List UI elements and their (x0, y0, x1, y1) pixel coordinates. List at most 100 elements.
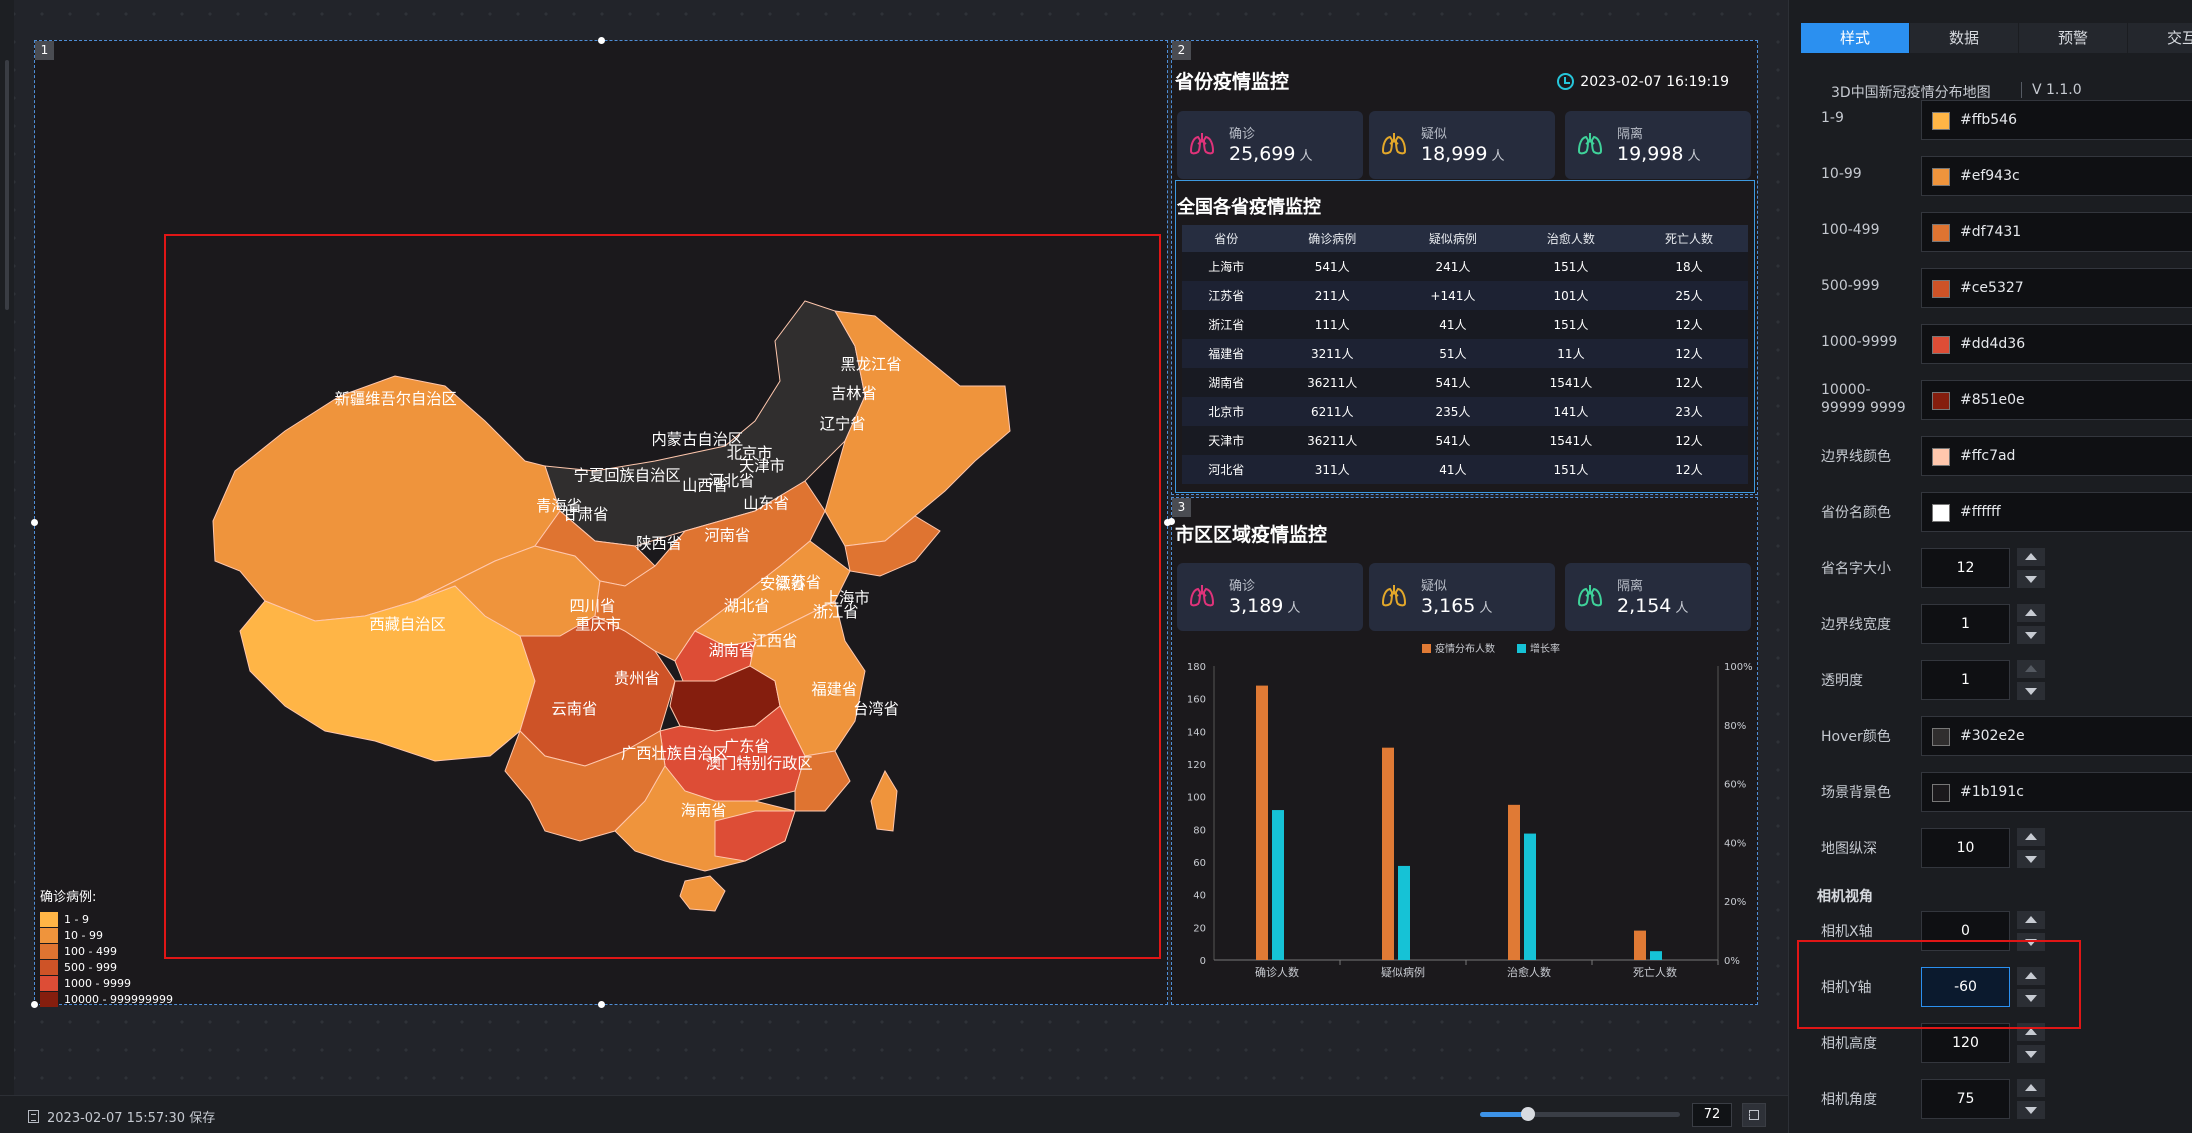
color-input[interactable]: #ffb546 (1921, 100, 2192, 140)
city-monitor-widget[interactable]: 3 市区区域疫情监控 确诊 3,189 人疑似 3,165 人隔离 2,154 人 疫情分布… (1168, 497, 1758, 1005)
color-swatch[interactable] (1932, 112, 1950, 130)
table-row[interactable]: 天津市 36211人 541人 1541人 12人 (1182, 426, 1748, 455)
save-text: 2023-02-07 15:57:30 保存 (47, 1111, 216, 1126)
stepper-up-icon[interactable] (2017, 1079, 2045, 1097)
bar-growth[interactable] (1650, 951, 1662, 960)
color-swatch[interactable] (1932, 784, 1950, 802)
color-swatch[interactable] (1932, 504, 1950, 522)
province-monitor-widget[interactable]: 2 省份疫情监控 2023-02-07 16:19:19 确诊 25,699 人疑似… (1171, 40, 1758, 495)
stat-label: 隔离 (1617, 127, 1644, 142)
legend-swatch (40, 959, 58, 975)
y-left-tick-label: 120 (1187, 760, 1206, 771)
document-icon (28, 1110, 39, 1123)
color-swatch[interactable] (1932, 168, 1950, 186)
stepper-up-icon[interactable] (2017, 911, 2045, 929)
color-swatch[interactable] (1932, 392, 1950, 410)
stepper-up-icon[interactable] (2017, 604, 2045, 622)
color-swatch[interactable] (1932, 224, 1950, 242)
table-cell: 福建省 (1182, 339, 1271, 368)
tab-3[interactable]: 交互 (2128, 23, 2192, 53)
stepper-down-icon[interactable] (2017, 570, 2045, 588)
table-row[interactable]: 福建省 3211人 51人 11人 12人 (1182, 339, 1748, 368)
color-property-row: 边界线颜色 #ffc7ad (1789, 434, 2192, 480)
zoom-slider[interactable] (1480, 1107, 1680, 1121)
color-input[interactable]: #dd4d36 (1921, 324, 2192, 364)
color-input[interactable]: #302e2e (1921, 716, 2192, 756)
table-row[interactable]: 江苏省 211人 +141人 101人 25人 (1182, 281, 1748, 310)
fullscreen-button[interactable] (1742, 1103, 1766, 1127)
editor-canvas[interactable]: 1 新疆维吾尔自治区 西藏自治区 青海省 甘肃省 内蒙古自治区 黑龙江省 吉林省… (0, 0, 1788, 1095)
y-left-tick-label: 0 (1200, 956, 1206, 967)
table-row[interactable]: 湖南省 36211人 541人 1541人 12人 (1182, 368, 1748, 397)
color-value: #851e0e (1960, 392, 2025, 408)
table-row[interactable]: 浙江省 111人 41人 151人 12人 (1182, 310, 1748, 339)
table-cell: 18人 (1629, 252, 1748, 281)
number-stepper[interactable] (2017, 660, 2045, 704)
color-input[interactable]: #ce5327 (1921, 268, 2192, 308)
province-table-panel[interactable]: 全国各省疫情监控 省份 确诊病例 疑似病例 治愈人数 死亡人数 上海市 541人 241人 1… (1175, 180, 1755, 493)
x-tick-label: 治愈人数 (1507, 965, 1551, 979)
stepper-up-icon[interactable] (2017, 548, 2045, 566)
stepper-down-icon[interactable] (2017, 626, 2045, 644)
number-input[interactable]: 120 (1921, 1023, 2010, 1063)
table-header-cell: 确诊病例 (1270, 225, 1394, 252)
map-widget[interactable]: 1 新疆维吾尔自治区 西藏自治区 青海省 甘肃省 内蒙古自治区 黑龙江省 吉林省… (31, 37, 1171, 1008)
table-row[interactable]: 上海市 541人 241人 151人 18人 (1182, 252, 1748, 281)
number-stepper[interactable] (2017, 1023, 2045, 1067)
left-scrollbar[interactable] (0, 0, 14, 1095)
color-input[interactable]: #851e0e (1921, 380, 2192, 420)
number-stepper[interactable] (2017, 548, 2045, 592)
number-input[interactable]: 75 (1921, 1079, 2010, 1119)
stat-value-wrap: 3,165 人 (1421, 595, 1492, 617)
datetime-text: 2023-02-07 16:19:19 (1580, 73, 1729, 90)
number-input[interactable]: 1 (1921, 604, 2010, 644)
stepper-down-icon[interactable] (2017, 850, 2045, 868)
zoom-slider-knob[interactable] (1521, 1107, 1535, 1121)
color-input[interactable]: #ef943c (1921, 156, 2192, 196)
bar-cases[interactable] (1256, 685, 1268, 960)
color-swatch[interactable] (1932, 448, 1950, 466)
stat-label: 确诊 (1229, 127, 1256, 142)
color-input[interactable]: #ffffff (1921, 492, 2192, 532)
bar-growth[interactable] (1398, 865, 1410, 960)
table-cell: 北京市 (1182, 397, 1271, 426)
table-cell: 141人 (1511, 397, 1630, 426)
color-property-row: 省份名颜色 #ffffff (1789, 490, 2192, 536)
stepper-up-icon[interactable] (2017, 828, 2045, 846)
table-row[interactable]: 北京市 6211人 235人 141人 23人 (1182, 397, 1748, 426)
color-swatch[interactable] (1932, 336, 1950, 354)
number-input[interactable]: 10 (1921, 828, 2010, 868)
tab-2[interactable]: 预警 (2019, 23, 2127, 53)
tab-0[interactable]: 样式 (1801, 23, 1909, 53)
tab-1[interactable]: 数据 (1910, 23, 2018, 53)
bar-cases[interactable] (1508, 804, 1520, 960)
number-stepper[interactable] (2017, 828, 2045, 872)
bar-chart[interactable]: 疫情分布人数 增长率 0 20 40 60 80 100 120 140 160 180 0% 20% 40… (1172, 638, 1757, 998)
table-title: 全国各省疫情监控 (1177, 197, 1321, 218)
resize-handle[interactable] (1168, 518, 1175, 525)
bar-growth[interactable] (1524, 833, 1536, 960)
number-input[interactable]: 1 (1921, 660, 2010, 700)
color-property-row: 10-99 #ef943c (1789, 154, 2192, 200)
table-header-cell: 死亡人数 (1629, 225, 1748, 252)
table-row[interactable]: 河北省 311人 41人 151人 12人 (1182, 455, 1748, 484)
number-stepper[interactable] (2017, 1079, 2045, 1123)
y-left-tick-label: 100 (1187, 793, 1206, 804)
color-swatch[interactable] (1932, 728, 1950, 746)
legend-item: 10 - 99 (40, 927, 173, 943)
zoom-input[interactable]: 72 (1692, 1103, 1732, 1127)
scrollbar-thumb[interactable] (5, 60, 9, 310)
color-input[interactable]: #1b191c (1921, 772, 2192, 812)
bar-cases[interactable] (1634, 930, 1646, 960)
bar-growth[interactable] (1272, 810, 1284, 960)
stepper-up-icon[interactable] (2017, 660, 2045, 678)
color-input[interactable]: #ffc7ad (1921, 436, 2192, 476)
number-stepper[interactable] (2017, 604, 2045, 648)
stepper-down-icon[interactable] (2017, 682, 2045, 700)
bar-cases[interactable] (1382, 747, 1394, 960)
color-swatch[interactable] (1932, 280, 1950, 298)
stepper-down-icon[interactable] (2017, 1101, 2045, 1119)
stepper-down-icon[interactable] (2017, 1045, 2045, 1063)
number-input[interactable]: 12 (1921, 548, 2010, 588)
color-input[interactable]: #df7431 (1921, 212, 2192, 252)
